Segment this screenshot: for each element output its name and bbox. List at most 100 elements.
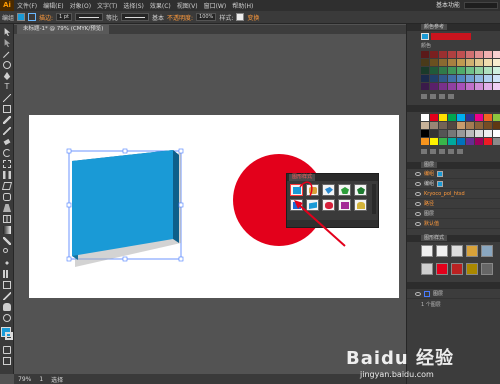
graphic-styles-dock-tab[interactable]: 图形样式 [407, 235, 500, 242]
menu-view[interactable]: 视图(V) [174, 1, 201, 10]
workspace-switcher[interactable]: 基本功能 [436, 0, 460, 11]
slice-tool-icon[interactable] [3, 292, 11, 300]
direct-selection-tool-icon[interactable] [3, 39, 11, 47]
swatches-grid[interactable] [407, 112, 500, 147]
screen-mode-icon[interactable] [3, 357, 11, 365]
opacity-label[interactable]: 不透明度: [167, 13, 193, 22]
status-bar: 79% 1 选择 [14, 374, 406, 384]
menu-window[interactable]: 窗口(W) [201, 1, 230, 10]
magic-wand-tool-icon[interactable] [3, 50, 11, 58]
graphic-styles-dock-grid[interactable] [407, 242, 500, 260]
menu-select[interactable]: 选择(S) [120, 1, 147, 10]
opacity-field[interactable]: 100% [196, 13, 217, 21]
variable-width-profile[interactable] [74, 13, 103, 21]
layers-panel-tab[interactable]: 图层 [407, 162, 500, 169]
hand-tool-icon[interactable] [3, 303, 11, 311]
blend-tool-icon[interactable] [3, 248, 11, 256]
graphic-style-picker[interactable] [236, 13, 245, 21]
swatches-library-tab[interactable] [407, 105, 500, 112]
blue-3d-rectangle[interactable] [72, 150, 173, 256]
visibility-eye-icon[interactable] [415, 191, 421, 196]
visibility-eye-icon[interactable] [415, 211, 421, 216]
drawing-mode-icon[interactable] [3, 346, 11, 354]
shape-builder-tool-icon[interactable] [3, 193, 11, 201]
handle-top-left[interactable] [66, 148, 72, 154]
eyedropper-tool-icon[interactable] [3, 237, 11, 245]
type-tool-icon[interactable]: T [3, 83, 11, 91]
handle-bottom[interactable] [122, 256, 128, 262]
handle-left[interactable] [66, 202, 72, 208]
style-swatch[interactable] [338, 184, 351, 196]
visibility-eye-icon[interactable] [415, 221, 421, 226]
visibility-eye-icon[interactable] [415, 171, 421, 176]
handle-bottom-left[interactable] [66, 256, 72, 262]
document-tab[interactable]: 未标题-1* @ 79% (CMYK/预览) [17, 25, 110, 34]
symbol-sprayer-tool-icon[interactable] [3, 259, 11, 267]
graphic-styles-scrollbar[interactable] [372, 184, 376, 214]
visibility-eye-icon[interactable] [415, 291, 421, 296]
zoom-tool-icon[interactable] [3, 314, 11, 322]
line-tool-icon[interactable] [3, 94, 11, 102]
fill-swatch[interactable] [17, 13, 26, 21]
rotate-tool-icon[interactable] [3, 149, 11, 157]
handle-top[interactable] [122, 148, 128, 154]
perspective-grid-tool-icon[interactable] [3, 204, 11, 212]
scale-tool-icon[interactable] [3, 160, 11, 168]
handle-top-right[interactable] [178, 148, 184, 154]
brush-definition[interactable] [120, 13, 149, 21]
layer-row[interactable]: 编组 [407, 179, 500, 189]
style-swatch[interactable] [290, 199, 303, 211]
style-swatch[interactable] [306, 184, 319, 196]
style-swatch[interactable] [306, 199, 319, 211]
graphic-styles-tab[interactable]: 图形样式 [289, 174, 316, 181]
pen-tool-icon[interactable] [3, 72, 11, 80]
stroke-weight-field[interactable]: 1 pt [56, 13, 72, 21]
layer-row-main[interactable]: 图层 [407, 289, 500, 299]
column-graph-tool-icon[interactable] [3, 270, 11, 278]
menu-object[interactable]: 对象(O) [67, 1, 94, 10]
swatches-panel-tab[interactable]: 颜色参考 [407, 24, 500, 31]
transform-link[interactable]: 变换 [247, 13, 259, 22]
style-swatch[interactable] [354, 184, 367, 196]
handle-bottom-right[interactable] [178, 256, 184, 262]
zoom-level[interactable]: 79% [18, 376, 31, 383]
menu-file[interactable]: 文件(F) [14, 1, 40, 10]
selection-tool-icon[interactable] [3, 28, 11, 36]
search-input[interactable] [464, 2, 498, 9]
stroke-swatch[interactable] [28, 13, 37, 21]
eraser-tool-icon[interactable] [3, 138, 11, 146]
handle-right[interactable] [178, 202, 184, 208]
gradient-tool-icon[interactable] [3, 226, 11, 234]
mesh-tool-icon[interactable] [3, 215, 11, 223]
layer-row[interactable]: 编组 [407, 169, 500, 179]
artboard-tool-icon[interactable] [3, 281, 11, 289]
pencil-tool-icon[interactable] [3, 127, 11, 135]
visibility-eye-icon[interactable] [415, 181, 421, 186]
graphic-styles-dock-grid-2[interactable] [407, 260, 500, 278]
artboard-number[interactable]: 1 [39, 376, 43, 383]
layer-row[interactable]: 路径 [407, 199, 500, 209]
stroke-color-icon[interactable] [5, 332, 13, 340]
style-swatch[interactable] [338, 199, 351, 211]
menu-effect[interactable]: 效果(C) [147, 1, 174, 10]
color-guide-grid[interactable] [407, 49, 500, 92]
layer-row[interactable]: 默认值 [407, 219, 500, 229]
layer-row[interactable]: Kryoco_pol_htsd [407, 189, 500, 199]
paintbrush-tool-icon[interactable] [3, 116, 11, 124]
stroke-label[interactable]: 描边: [39, 13, 53, 22]
menu-help[interactable]: 帮助(H) [229, 1, 256, 10]
visibility-eye-icon[interactable] [415, 201, 421, 206]
style-swatch[interactable] [322, 199, 335, 211]
style-swatch-selected[interactable] [290, 184, 303, 196]
menu-edit[interactable]: 编辑(E) [40, 1, 66, 10]
color-guide-harmony[interactable] [407, 31, 500, 42]
rectangle-tool-icon[interactable] [3, 105, 11, 113]
width-tool-icon[interactable] [3, 171, 11, 179]
style-swatch[interactable] [354, 199, 367, 211]
layer-row[interactable]: 图层 [407, 209, 500, 219]
menu-type[interactable]: 文字(T) [94, 1, 120, 10]
graphic-styles-grid [290, 184, 367, 211]
lasso-tool-icon[interactable] [3, 61, 11, 69]
style-swatch[interactable] [322, 184, 335, 196]
free-transform-tool-icon[interactable] [1, 182, 13, 190]
